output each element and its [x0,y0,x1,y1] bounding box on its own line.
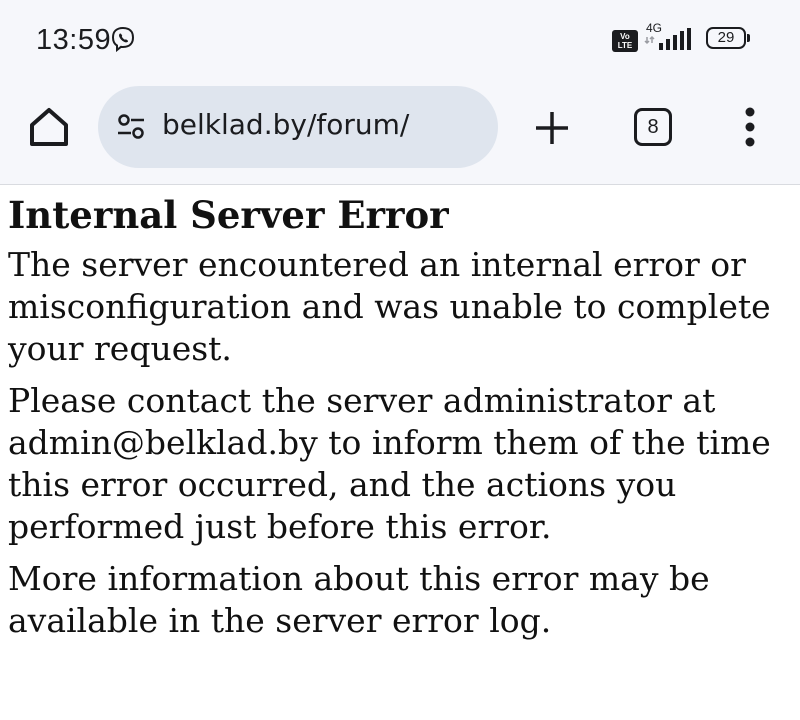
volte-label-top: Vo [620,32,630,41]
page-content: Internal Server Error The server encount… [8,186,792,652]
status-time: 13:59 [36,24,112,56]
home-button[interactable] [26,104,72,150]
volte-label-bottom: LTE [617,41,633,50]
browser-chrome: 13:59 Vo LTE 4G 29 belklad.by/forum/ 8 [0,0,800,185]
battery-tip [747,34,750,42]
volte-icon: Vo LTE [612,30,638,52]
battery-icon: 29 [706,27,750,51]
url-text[interactable]: belklad.by/forum/ [162,108,409,141]
address-bar[interactable]: belklad.by/forum/ [98,86,498,168]
tab-switcher-button[interactable]: 8 [634,108,672,146]
battery-level: 29 [706,27,746,49]
contact-instructions: Please contact the server administrator … [8,381,771,546]
new-tab-button[interactable] [532,108,572,148]
error-log-note: More information about this error may be… [8,559,710,640]
more-vert-icon[interactable] [738,106,762,150]
page-title: Internal Server Error [8,193,449,237]
signal-icon [644,28,691,50]
site-settings-icon[interactable] [116,112,146,142]
error-description: The server encountered an internal error… [8,245,771,368]
viber-icon [111,26,135,52]
